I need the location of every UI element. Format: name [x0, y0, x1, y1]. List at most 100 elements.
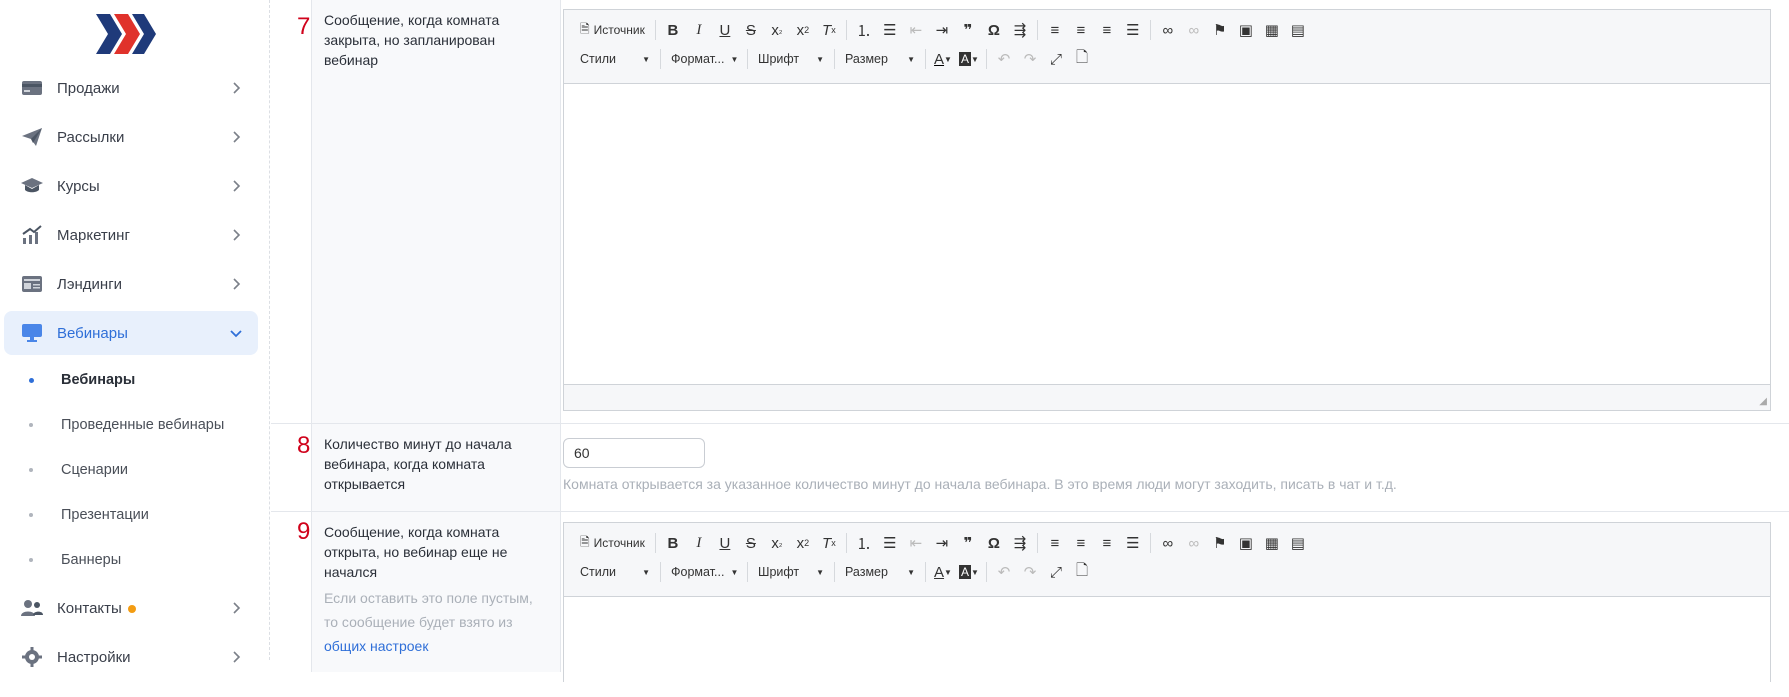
align-left-icon[interactable]: ≡	[1042, 531, 1068, 555]
paragraph-direction-icon[interactable]: ⇶	[1007, 531, 1033, 555]
sidebar-subitem-banners[interactable]: Баннеры	[0, 542, 258, 578]
table-icon[interactable]: ▦	[1259, 531, 1285, 555]
rich-text-editor[interactable]: 🗎 Источник B I U S x₂ x2 Tx ⒈ ☰ ⇤ ⇥ ❞ Ω …	[563, 522, 1771, 697]
align-left-icon[interactable]: ≡	[1042, 18, 1068, 42]
format-dropdown[interactable]: Формат... ▼	[665, 560, 743, 584]
special-char-icon[interactable]: Ω	[981, 18, 1007, 42]
image-icon[interactable]: ▣	[1233, 531, 1259, 555]
numbered-list-icon[interactable]: ⒈	[851, 18, 877, 42]
special-char-icon[interactable]: Ω	[981, 531, 1007, 555]
maximize-icon[interactable]: ⤢	[1043, 560, 1069, 584]
rich-text-editor[interactable]: 🗎 Источник B I U S x₂ x2 Tx ⒈ ☰ ⇤ ⇥ ❞ Ω …	[563, 9, 1771, 411]
indent-icon[interactable]: ⇥	[929, 531, 955, 555]
undo-icon[interactable]: ↶	[991, 560, 1017, 584]
align-center-icon[interactable]: ≡	[1068, 531, 1094, 555]
unlink-icon[interactable]: ∞	[1181, 18, 1207, 42]
text-color-icon[interactable]: A ▼	[930, 47, 956, 71]
dropdown-arrow-icon: ▼	[642, 54, 650, 64]
horizontal-line-icon[interactable]: ▤	[1285, 531, 1311, 555]
sidebar-item-sales[interactable]: Продажи	[4, 66, 258, 110]
maximize-icon[interactable]: ⤢	[1043, 47, 1069, 71]
toolbar-separator	[986, 562, 987, 582]
superscript-button[interactable]: x2	[790, 18, 816, 42]
bulleted-list-icon[interactable]: ☰	[877, 531, 903, 555]
sidebar-item-landings[interactable]: Лэндинги	[4, 262, 258, 306]
redo-icon[interactable]: ↷	[1017, 560, 1043, 584]
general-settings-link[interactable]: общих настроек	[324, 638, 428, 654]
source-button[interactable]: 🗎 Источник	[574, 20, 651, 41]
sidebar-subitem-webinars[interactable]: Вебинары	[0, 362, 258, 398]
sidebar-subitem-presentations[interactable]: Презентации	[0, 497, 258, 533]
sidebar-item-webinars[interactable]: Вебинары	[4, 311, 258, 355]
strikethrough-button[interactable]: S	[738, 531, 764, 555]
strikethrough-button[interactable]: S	[738, 18, 764, 42]
unlink-icon[interactable]: ∞	[1181, 531, 1207, 555]
sidebar-item-contacts[interactable]: Контакты	[4, 586, 258, 630]
sidebar-subitem-label: Вебинары	[61, 372, 136, 388]
underline-button[interactable]: U	[712, 18, 738, 42]
brand-logo[interactable]	[96, 14, 158, 54]
size-dropdown[interactable]: Размер ▼	[839, 47, 921, 71]
text-color-icon[interactable]: A ▼	[930, 560, 956, 584]
subscript-button[interactable]: x₂	[764, 18, 790, 42]
remove-format-button[interactable]: Tx	[816, 531, 842, 555]
bold-button[interactable]: B	[660, 18, 686, 42]
source-button[interactable]: 🗎 Источник	[574, 533, 651, 554]
resize-handle-icon[interactable]: ◢	[1759, 396, 1767, 407]
preview-icon[interactable]: 🗋	[1069, 47, 1095, 71]
editor-content-area[interactable]	[564, 84, 1770, 384]
paragraph-direction-icon[interactable]: ⇶	[1007, 18, 1033, 42]
anchor-flag-icon[interactable]: ⚑	[1207, 18, 1233, 42]
bold-button[interactable]: B	[660, 531, 686, 555]
chevron-down-icon	[230, 330, 242, 338]
link-icon[interactable]: ∞	[1155, 18, 1181, 42]
indent-icon[interactable]: ⇥	[929, 18, 955, 42]
bullet-icon	[29, 378, 34, 383]
background-color-icon[interactable]: A ▼	[956, 560, 982, 584]
table-icon[interactable]: ▦	[1259, 18, 1285, 42]
link-icon[interactable]: ∞	[1155, 531, 1181, 555]
align-right-icon[interactable]: ≡	[1094, 18, 1120, 42]
size-dropdown[interactable]: Размер ▼	[839, 560, 921, 584]
outdent-icon[interactable]: ⇤	[903, 531, 929, 555]
blockquote-icon[interactable]: ❞	[955, 531, 981, 555]
editor-content-area[interactable]	[564, 597, 1770, 697]
format-dropdown[interactable]: Формат... ▼	[665, 47, 743, 71]
horizontal-line-icon[interactable]: ▤	[1285, 18, 1311, 42]
background-color-icon[interactable]: A ▼	[956, 47, 982, 71]
italic-button[interactable]: I	[686, 18, 712, 42]
sidebar-item-label: Рассылки	[57, 128, 125, 146]
align-center-icon[interactable]: ≡	[1068, 18, 1094, 42]
image-icon[interactable]: ▣	[1233, 18, 1259, 42]
anchor-flag-icon[interactable]: ⚑	[1207, 531, 1233, 555]
preview-icon[interactable]: 🗋	[1069, 560, 1095, 584]
sidebar-item-settings[interactable]: Настройки	[4, 635, 258, 679]
blockquote-icon[interactable]: ❞	[955, 18, 981, 42]
sidebar-item-courses[interactable]: Курсы	[4, 164, 258, 208]
sidebar-subitem-scenarios[interactable]: Сценарии	[0, 452, 258, 488]
undo-icon[interactable]: ↶	[991, 47, 1017, 71]
styles-dropdown[interactable]: Стили ▼	[574, 47, 656, 71]
sidebar-item-marketing[interactable]: Маркетинг	[4, 213, 258, 257]
remove-format-button[interactable]: Tx	[816, 18, 842, 42]
redo-icon[interactable]: ↷	[1017, 47, 1043, 71]
font-dropdown[interactable]: Шрифт ▼	[752, 47, 830, 71]
open-minutes-input[interactable]	[563, 438, 705, 468]
align-justify-icon[interactable]: ☰	[1120, 18, 1146, 42]
align-justify-icon[interactable]: ☰	[1120, 531, 1146, 555]
styles-dropdown[interactable]: Стили ▼	[574, 560, 656, 584]
italic-button[interactable]: I	[686, 531, 712, 555]
sidebar-item-mailings[interactable]: Рассылки	[4, 115, 258, 159]
dropdown-arrow-icon: ▼	[907, 567, 915, 577]
dropdown-arrow-icon: ▼	[730, 567, 739, 577]
font-dropdown[interactable]: Шрифт ▼	[752, 560, 830, 584]
outdent-icon[interactable]: ⇤	[903, 18, 929, 42]
bulleted-list-icon[interactable]: ☰	[877, 18, 903, 42]
underline-button[interactable]: U	[712, 531, 738, 555]
numbered-list-icon[interactable]: ⒈	[851, 531, 877, 555]
subscript-button[interactable]: x₂	[764, 531, 790, 555]
superscript-button[interactable]: x2	[790, 531, 816, 555]
align-right-icon[interactable]: ≡	[1094, 531, 1120, 555]
sidebar-subitem-past-webinars[interactable]: Проведенные вебинары	[0, 407, 258, 443]
row-number: 9	[297, 518, 311, 545]
